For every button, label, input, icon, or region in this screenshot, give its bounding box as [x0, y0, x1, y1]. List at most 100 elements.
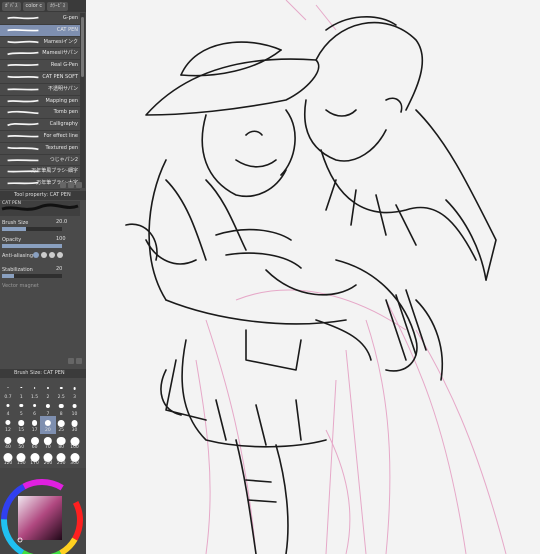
brush-label: 万年筆風ブラシ-細字 [31, 168, 78, 175]
tool-property-header: Tool property: CAT PEN [0, 191, 86, 200]
brush-label: CAT PEN SOFT [42, 73, 78, 80]
brush-size-option[interactable]: 3 [67, 383, 83, 401]
brush-item[interactable]: 万年筆風ブラシ-細字 [0, 166, 80, 179]
tab-sub-tool[interactable]: ｶﾞﾊﾟｽ [2, 1, 21, 11]
wrench-icon[interactable] [76, 358, 82, 364]
brush-label: Real G-Pen [50, 62, 78, 69]
brush-preview: CAT PEN [0, 201, 80, 216]
brush-size-option[interactable]: 100 [67, 433, 83, 451]
tool-settings-icon[interactable] [68, 358, 74, 364]
lineart-layer [125, 15, 497, 554]
tool-panel: ｶﾞﾊﾟｽ color c ｶﾗｰﾋﾞｽ G-pen CAT PEN Mamesiイ… [0, 0, 86, 554]
brush-size-row[interactable]: Brush Size 20.0 [0, 218, 80, 232]
brush-size-dot [19, 403, 24, 407]
stabilization-slider[interactable] [2, 274, 62, 278]
brush-size-dot [7, 387, 9, 388]
artwork[interactable] [86, 0, 540, 554]
brush-stroke-preview [7, 28, 39, 32]
brush-size-dot [30, 436, 39, 445]
brush-item[interactable]: For effect line [0, 131, 80, 143]
brush-item[interactable]: Real G-Pen [0, 60, 80, 72]
brush-stroke-preview [7, 40, 39, 43]
brush-size-option[interactable]: 10 [67, 400, 83, 418]
brush-label: Calligraphy [49, 121, 78, 128]
brush-item[interactable]: 不透明サパン [0, 84, 80, 96]
brush-size-dot [20, 387, 22, 389]
brush-list: G-pen CAT PEN Mamesiインク Mamesiiサパン Real G-Pe… [0, 13, 80, 190]
panel-tab-bar: ｶﾞﾊﾟｽ color c ｶﾗｰﾋﾞｽ [0, 0, 86, 12]
brush-stroke-preview [7, 122, 39, 127]
brush-stroke-preview [7, 75, 39, 79]
opacity-row[interactable]: Opacity 100 [0, 235, 80, 249]
tool-name: CAT PEN [2, 201, 21, 206]
vector-magnet-label: Vector magnet [2, 283, 39, 289]
antialiasing-weak-option[interactable] [41, 252, 47, 258]
brush-label: CAT PEN [56, 26, 78, 33]
copy-brush-icon[interactable] [68, 182, 74, 188]
brush-size-slider[interactable] [2, 227, 62, 231]
opacity-value[interactable]: 100 [56, 236, 66, 242]
brush-size-label: Brush Size [2, 220, 29, 226]
brush-size-dot [5, 420, 11, 426]
color-wheel-panel [0, 468, 86, 554]
brush-item[interactable]: G-pen [0, 13, 80, 25]
brush-size-header: Brush Size: CAT PEN [0, 369, 86, 378]
stabilization-row[interactable]: Stabilization 20 [0, 265, 80, 279]
brush-item[interactable]: Mamesiインク [0, 37, 80, 49]
stabilization-value[interactable]: 20 [56, 266, 62, 272]
delete-brush-icon[interactable] [76, 182, 82, 188]
brush-size-option[interactable]: 300 [67, 449, 83, 467]
brush-stroke-preview [7, 111, 39, 115]
antialiasing-row[interactable]: Anti-aliasing [0, 251, 80, 265]
brush-label: Mamesiiサパン [42, 50, 78, 57]
brush-item[interactable]: Mapping pen [0, 96, 80, 108]
brush-item[interactable]: Textured pen [0, 143, 80, 155]
brush-label: Mamesiインク [43, 38, 78, 45]
antialiasing-medium-option[interactable] [49, 252, 55, 258]
brush-size-dot [6, 403, 10, 407]
vector-magnet-row[interactable]: Vector magnet [0, 281, 80, 295]
antialiasing-strong-option[interactable] [57, 252, 63, 258]
antialiasing-none-option[interactable] [33, 252, 39, 258]
tab-color-set[interactable]: ｶﾗｰﾋﾞｽ [47, 1, 69, 11]
opacity-slider[interactable] [2, 244, 62, 248]
color-wheel[interactable] [0, 468, 86, 554]
drawing-canvas[interactable] [86, 0, 540, 554]
brush-label: 不透明サパン [47, 85, 78, 92]
brush-size-dot [71, 420, 78, 427]
brush-label: For effect line [43, 132, 78, 139]
add-brush-icon[interactable] [60, 182, 66, 188]
brush-size-dot [31, 420, 38, 426]
brush-size-value[interactable]: 20.0 [56, 219, 67, 225]
brush-item[interactable]: Mamesiiサパン [0, 48, 80, 61]
brush-stroke-preview [7, 52, 39, 56]
scrollbar-thumb[interactable] [81, 17, 84, 77]
brush-stroke-preview [7, 146, 39, 150]
stabilization-label: Stabilization [2, 267, 33, 273]
brush-item[interactable]: CAT PEN SOFT [0, 72, 80, 84]
brush-size-option[interactable]: 30 [67, 416, 83, 434]
brush-item[interactable]: つじゃパン2 [0, 155, 80, 167]
tab-color[interactable]: color c [22, 1, 46, 11]
brush-size-dot [59, 387, 63, 390]
brush-size-value: 300 [70, 461, 79, 466]
brush-label: Tomb pen [53, 109, 78, 116]
brush-stroke-preview [7, 99, 39, 102]
brush-size-dot [73, 387, 76, 390]
brush-list-scrollbar[interactable] [80, 13, 85, 188]
brush-size-dot [57, 420, 65, 427]
brush-size-dot [4, 436, 12, 444]
brush-size-dot [33, 387, 36, 389]
brush-stroke-preview [7, 158, 39, 161]
brush-size-dot [72, 403, 77, 409]
brush-label: つじゃパン2 [49, 156, 78, 163]
brush-label: Mapping pen [45, 97, 78, 104]
brush-size-dot [58, 403, 64, 408]
brush-stroke-preview [7, 134, 39, 138]
brush-item[interactable]: CAT PEN [0, 24, 80, 37]
brush-size-dot [17, 436, 26, 445]
brush-size-dot [44, 420, 52, 427]
brush-stroke-preview [7, 63, 39, 67]
brush-item[interactable]: Tomb pen [0, 107, 80, 120]
brush-item[interactable]: Calligraphy [0, 119, 80, 131]
